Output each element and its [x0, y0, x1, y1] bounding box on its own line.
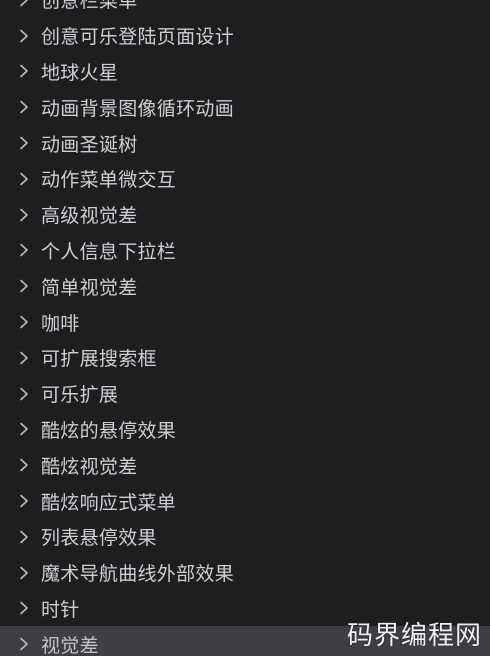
chevron-right-icon[interactable] — [17, 0, 31, 7]
watermark: 码界编程网 — [346, 620, 482, 650]
folder-item-label: 简单视觉差 — [41, 277, 138, 299]
folder-item-label: 创意栏菜单 — [41, 0, 138, 13]
folder-item[interactable]: 可扩展搜索框 — [0, 340, 490, 376]
folder-tree: 创意栏菜单创意可乐登陆页面设计 地球火星动画背景图像循环动画 动画圣诞树动作菜单微交… — [0, 0, 490, 656]
folder-item-label: 地球火星 — [41, 62, 119, 84]
folder-item-label: 视觉差 — [41, 635, 99, 656]
folder-item[interactable]: 魔术导航曲线外部效果 — [0, 555, 490, 591]
chevron-right-icon[interactable] — [17, 279, 31, 293]
folder-item-label: 个人信息下拉栏 — [41, 241, 177, 263]
folder-item-label: 魔术导航曲线外部效果 — [41, 564, 235, 586]
chevron-right-icon[interactable] — [17, 458, 31, 472]
folder-item-label: 咖啡 — [41, 313, 80, 335]
folder-item[interactable]: 动画背景图像循环动画 — [0, 89, 490, 125]
folder-item[interactable]: 个人信息下拉栏 — [0, 233, 490, 269]
folder-item-label: 酷炫视觉差 — [41, 456, 138, 478]
folder-item-label: 酷炫的悬停效果 — [41, 420, 177, 442]
folder-item-label: 动画圣诞树 — [41, 134, 138, 156]
folder-item-label: 酷炫响应式菜单 — [41, 492, 177, 514]
folder-item[interactable]: 列表悬停效果 — [0, 519, 490, 555]
folder-item[interactable]: 地球火星 — [0, 54, 490, 90]
folder-item-label: 创意可乐登陆页面设计 — [41, 27, 235, 49]
folder-item-label: 动作菜单微交互 — [41, 170, 177, 192]
chevron-right-icon[interactable] — [17, 172, 31, 186]
chevron-right-icon[interactable] — [17, 601, 31, 615]
chevron-right-icon[interactable] — [17, 64, 31, 78]
chevron-right-icon[interactable] — [17, 351, 31, 365]
folder-item-label: 高级视觉差 — [41, 206, 138, 228]
folder-item[interactable]: 动作菜单微交互 — [0, 161, 490, 197]
chevron-right-icon[interactable] — [17, 315, 31, 329]
file-explorer-panel: 创意栏菜单创意可乐登陆页面设计 地球火星动画背景图像循环动画 动画圣诞树动作菜单微交… — [0, 0, 490, 656]
folder-item[interactable]: 可乐扩展 — [0, 376, 490, 412]
folder-item-label: 可扩展搜索框 — [41, 349, 157, 371]
folder-item-label: 时针 — [41, 599, 80, 621]
chevron-right-icon[interactable] — [17, 136, 31, 150]
folder-item[interactable]: 创意栏菜单 — [0, 0, 490, 18]
chevron-right-icon[interactable] — [17, 387, 31, 401]
folder-item[interactable]: 简单视觉差 — [0, 268, 490, 304]
folder-item-label: 可乐扩展 — [41, 385, 119, 407]
folder-item-label: 列表悬停效果 — [41, 528, 157, 550]
chevron-right-icon[interactable] — [17, 637, 31, 651]
chevron-right-icon[interactable] — [17, 243, 31, 257]
chevron-right-icon[interactable] — [17, 208, 31, 222]
chevron-right-icon[interactable] — [17, 530, 31, 544]
folder-item[interactable]: 酷炫响应式菜单 — [0, 483, 490, 519]
folder-item[interactable]: 酷炫的悬停效果 — [0, 412, 490, 448]
folder-item[interactable]: 动画圣诞树 — [0, 125, 490, 161]
chevron-right-icon[interactable] — [17, 29, 31, 43]
folder-item-label: 动画背景图像循环动画 — [41, 98, 235, 120]
chevron-right-icon[interactable] — [17, 422, 31, 436]
folder-item[interactable]: 创意可乐登陆页面设计 — [0, 18, 490, 54]
chevron-right-icon[interactable] — [17, 494, 31, 508]
folder-item[interactable]: 酷炫视觉差 — [0, 447, 490, 483]
chevron-right-icon[interactable] — [17, 566, 31, 580]
folder-item[interactable]: 高级视觉差 — [0, 197, 490, 233]
chevron-right-icon[interactable] — [17, 100, 31, 114]
folder-item[interactable]: 咖啡 — [0, 304, 490, 340]
